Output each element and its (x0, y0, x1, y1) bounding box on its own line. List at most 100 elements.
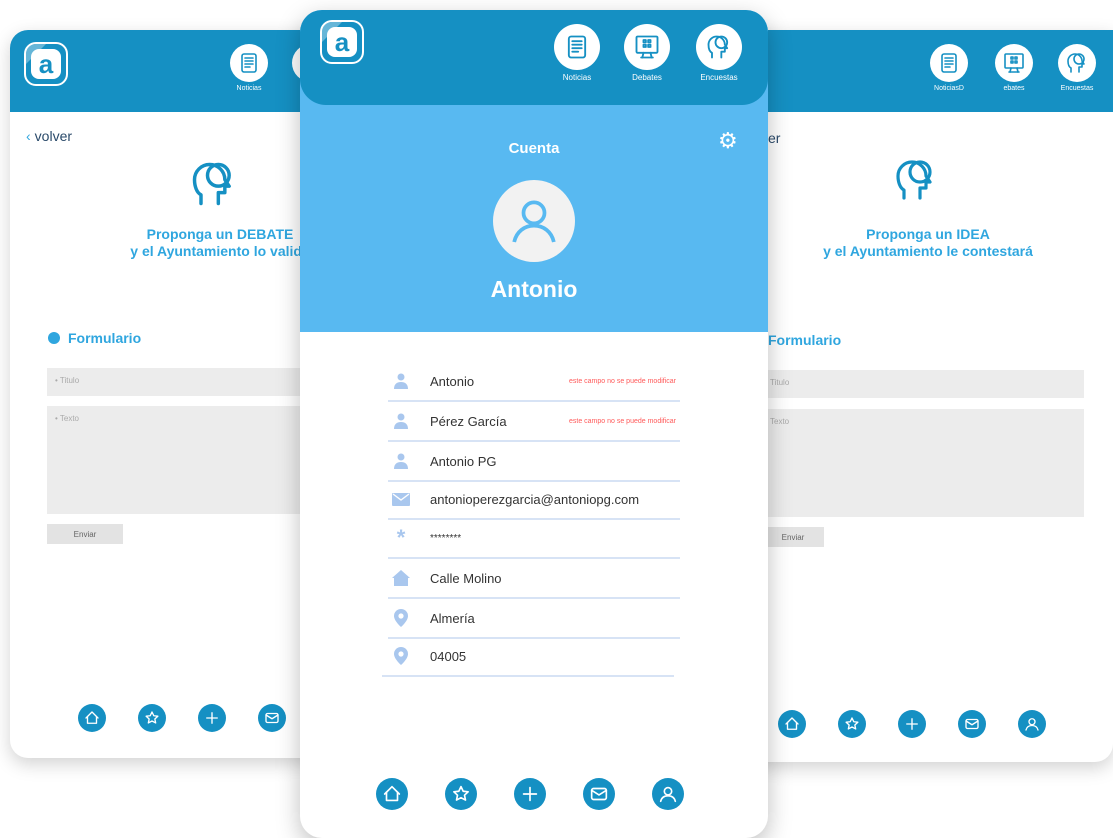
location-pin-icon (394, 647, 408, 665)
nav-label: ebates (1003, 85, 1025, 92)
field-password[interactable]: * ******** (388, 519, 680, 559)
mail-icon[interactable] (583, 778, 615, 810)
field-value: Almería (430, 610, 475, 626)
nav-label: Encuestas (700, 73, 738, 82)
gear-icon[interactable]: ⚙ (718, 130, 738, 152)
field-last-name[interactable]: Pérez García este campo no se puede modi… (388, 402, 680, 442)
thinking-head-icon (1065, 51, 1089, 75)
newspaper-icon (937, 51, 961, 75)
newspaper-icon (237, 51, 261, 75)
nav-noticias[interactable]: NoticiasD (930, 44, 968, 92)
nav-noticias[interactable]: Noticias (230, 44, 268, 92)
form-title: Formulario (768, 332, 841, 348)
nav-encuestas[interactable]: Encuestas (1058, 44, 1096, 92)
nav-label: Debates (632, 73, 662, 82)
headline-line-2: y el Ayuntamiento le contestará (823, 243, 1033, 259)
bottom-nav (376, 778, 684, 810)
top-bar: a Noticias Debates Encuestas (300, 10, 768, 105)
field-value: ******** (430, 532, 462, 544)
person-icon (394, 413, 408, 429)
back-link[interactable]: er (768, 130, 780, 146)
plus-icon[interactable] (898, 710, 926, 738)
thinking-head-icon (188, 158, 240, 210)
page-title: Cuenta (508, 140, 560, 157)
avatar[interactable] (493, 180, 575, 262)
right-screen-card: NoticiasD ebates Encuestas er Proponga u… (748, 30, 1113, 762)
mail-icon[interactable] (258, 704, 286, 732)
location-pin-icon (394, 609, 408, 627)
nav-debates[interactable]: ebates (995, 44, 1033, 92)
send-button[interactable]: Enviar (762, 527, 824, 547)
field-address[interactable]: Calle Molino (388, 559, 680, 599)
user-name: Antonio (490, 276, 578, 302)
plus-icon[interactable] (514, 778, 546, 810)
envelope-icon (392, 492, 410, 506)
form-title: Formulario (48, 330, 141, 346)
field-value: Antonio (430, 373, 475, 389)
field-postal-code[interactable]: 04005 (382, 637, 674, 677)
bottom-nav (778, 710, 1046, 738)
nav-label: Noticias (236, 85, 262, 92)
top-bar: NoticiasD ebates Encuestas (748, 30, 1113, 112)
headline-line-1: Proponga un IDEA (866, 226, 990, 242)
form-title-label: Formulario (768, 332, 842, 348)
home-icon[interactable] (376, 778, 408, 810)
user-icon (512, 200, 556, 243)
title-field[interactable]: • Titulo (47, 368, 330, 396)
text-field[interactable]: • Texto (47, 406, 330, 514)
field-note: este campo no se puede modificar (568, 417, 676, 425)
field-city[interactable]: Almería (388, 599, 680, 639)
field-value: Pérez García (430, 413, 507, 429)
send-button[interactable]: Enviar (47, 524, 123, 544)
left-screen-card: a Noticias ‹ volver Proponga un DEBATE y … (10, 30, 330, 758)
newspaper-icon (563, 33, 591, 61)
house-icon (392, 570, 410, 586)
app-logo[interactable]: a (24, 42, 68, 86)
person-icon (394, 453, 408, 469)
field-value: Calle Molino (430, 570, 502, 586)
nav-label: Encuestas (1060, 85, 1094, 92)
headline-line-2: y el Ayuntamiento lo valida (130, 243, 310, 259)
star-icon[interactable] (445, 778, 477, 810)
headline: Proponga un DEBATE y el Ayuntamiento lo … (100, 226, 330, 260)
star-icon[interactable] (838, 710, 866, 738)
thinking-head-icon (705, 33, 733, 61)
bottom-nav (78, 704, 286, 732)
field-value: antonioperezgarcia@antoniopg.com (430, 491, 640, 507)
user-icon[interactable] (652, 778, 684, 810)
title-field[interactable]: Titulo (762, 370, 1084, 398)
field-first-name[interactable]: Antonio este campo no se puede modificar (388, 362, 680, 402)
headline-line-1: Proponga un DEBATE (146, 226, 294, 242)
app-logo[interactable]: a (320, 20, 364, 64)
nav-label: NoticiasD (934, 85, 964, 92)
field-email[interactable]: antonioperezgarcia@antoniopg.com (388, 480, 680, 520)
back-label: er (768, 130, 781, 146)
text-field[interactable]: Texto (762, 409, 1084, 517)
headline: Proponga un IDEA y el Ayuntamiento le co… (788, 226, 1068, 260)
top-bar: a Noticias (10, 30, 330, 112)
person-icon (394, 373, 408, 389)
form-title-label: Formulario (68, 330, 142, 346)
debate-board-icon (633, 33, 661, 61)
back-link[interactable]: ‹ volver (26, 128, 72, 144)
user-icon[interactable] (1018, 710, 1046, 738)
lightbulb-head-icon (892, 156, 940, 204)
account-screen-card: a Noticias Debates Encuestas Cuenta ⚙ An… (300, 10, 768, 838)
mail-icon[interactable] (958, 710, 986, 738)
debate-board-icon (1002, 51, 1026, 75)
home-icon[interactable] (78, 704, 106, 732)
nav-debates[interactable]: Debates (624, 24, 670, 82)
field-value: 04005 (430, 648, 467, 664)
field-value: Antonio PG (430, 453, 497, 469)
field-username[interactable]: Antonio PG (388, 442, 680, 482)
back-label: volver (34, 128, 73, 144)
bullet-dot (48, 332, 60, 344)
nav-encuestas[interactable]: Encuestas (696, 24, 742, 82)
field-note: este campo no se puede modificar (568, 377, 676, 385)
nav-label: Noticias (562, 73, 592, 82)
star-icon[interactable] (138, 704, 166, 732)
chevron-left-icon: ‹ (26, 128, 31, 144)
plus-icon[interactable] (198, 704, 226, 732)
nav-noticias[interactable]: Noticias (554, 24, 600, 82)
home-icon[interactable] (778, 710, 806, 738)
